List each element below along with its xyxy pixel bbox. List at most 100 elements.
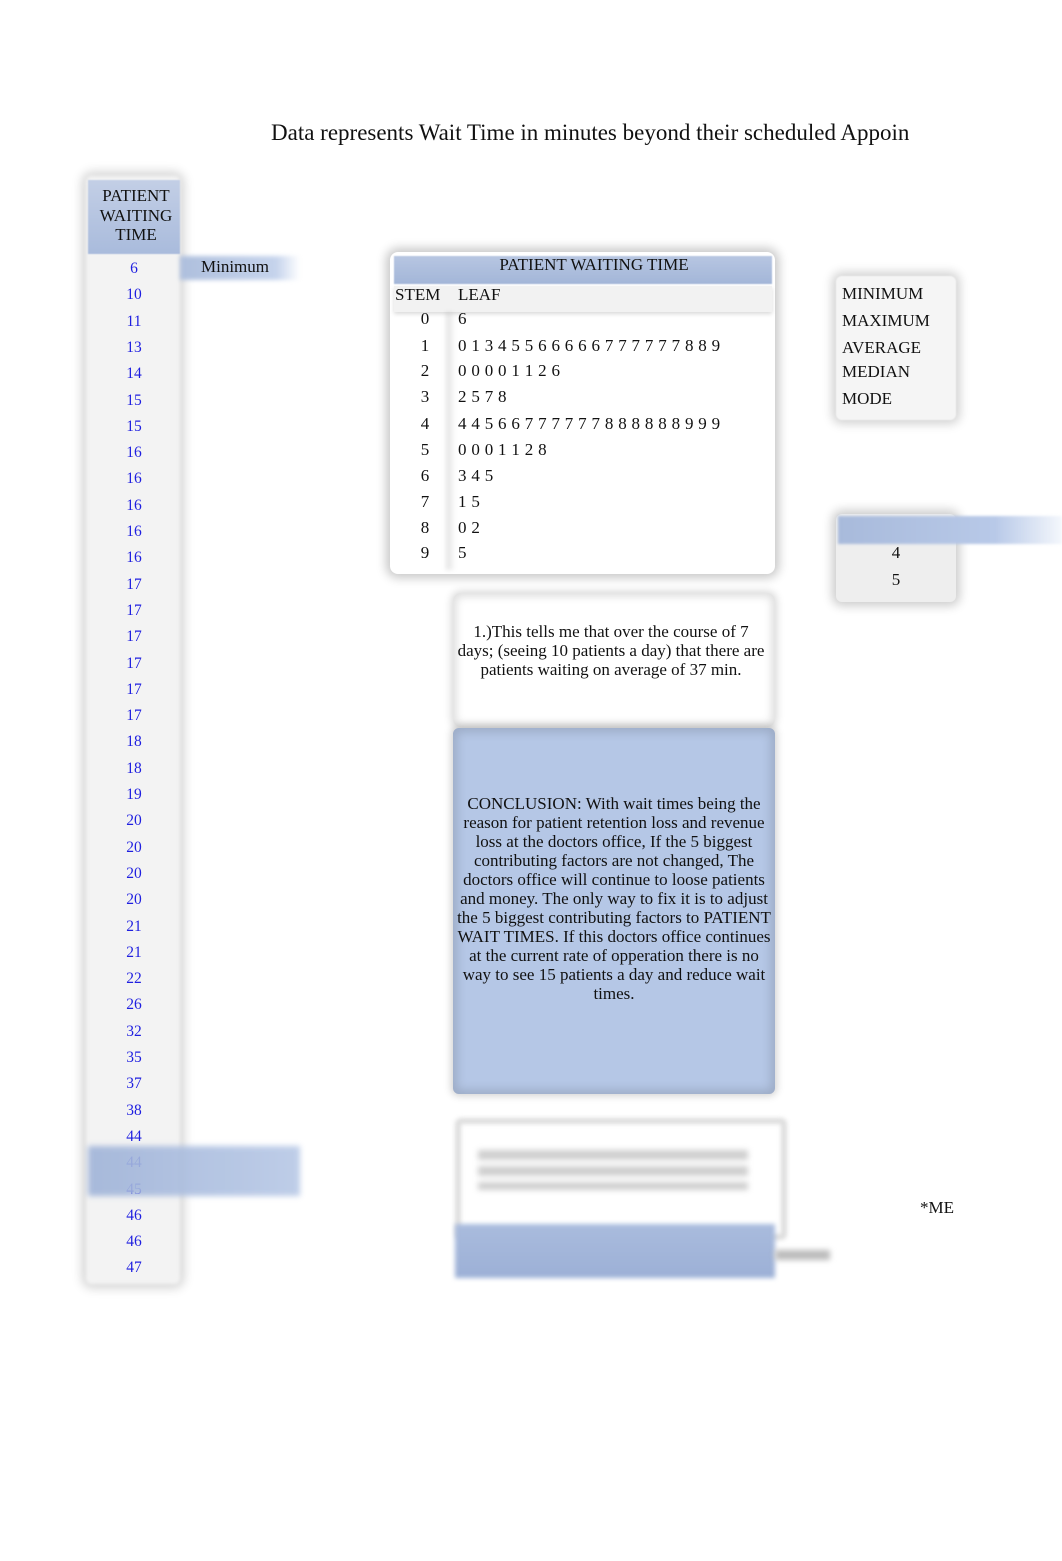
data-cell-value: 17 [126, 628, 142, 646]
data-cell-value: 17 [126, 575, 142, 593]
data-cell-value: 13 [126, 338, 142, 356]
highlighted-cells [88, 1146, 300, 1196]
data-cell[interactable]: 17 [88, 651, 180, 677]
data-cell-value: 21 [126, 917, 142, 935]
data-cell-value: 18 [126, 759, 142, 777]
data-cell[interactable]: 20 [88, 808, 180, 834]
leaf-values: 0 1 3 4 5 5 6 6 6 6 6 7 7 7 7 7 7 8 8 9 [458, 336, 721, 355]
data-cell[interactable]: 18 [88, 729, 180, 755]
data-cell-value: 38 [126, 1101, 142, 1119]
stat-label-maximum[interactable]: MAXIMUM [842, 311, 930, 331]
stem-value: 6 [420, 466, 430, 485]
stem-leaf-row[interactable]: 95 [395, 540, 775, 566]
data-cell[interactable]: 10 [88, 282, 180, 308]
mode-value[interactable]: 4 [836, 543, 956, 563]
data-cell-value: 20 [126, 812, 142, 830]
data-cell[interactable]: 6 [88, 256, 180, 282]
data-cell[interactable]: 14 [88, 361, 180, 387]
leaf-values: 2 5 7 8 [458, 387, 507, 406]
data-cell[interactable]: 17 [88, 624, 180, 650]
blurred-text-lines [478, 1150, 748, 1190]
data-cell[interactable]: 16 [88, 440, 180, 466]
data-cell[interactable]: 16 [88, 545, 180, 571]
data-cell-value: 16 [126, 523, 142, 540]
stat-label-mode[interactable]: MODE [842, 389, 892, 409]
data-cell[interactable]: 16 [88, 493, 180, 519]
data-cell[interactable]: 19 [88, 782, 180, 808]
data-cell-value: 18 [126, 733, 142, 751]
data-cell[interactable]: 18 [88, 756, 180, 782]
data-cell-value: 26 [126, 996, 142, 1014]
data-cell[interactable]: 13 [88, 335, 180, 361]
data-cell[interactable]: 11 [88, 309, 180, 335]
data-cell-value: 11 [126, 312, 142, 330]
data-cell[interactable]: 15 [88, 388, 180, 414]
stem-leaf-row[interactable]: 7 1 5 [395, 489, 775, 515]
data-cell-value: 17 [126, 654, 142, 672]
data-column-header: PATIENT WAITING TIME [99, 186, 173, 244]
data-cell-value: 16 [126, 470, 142, 488]
data-cell[interactable]: 21 [88, 914, 180, 940]
data-cell[interactable]: 35 [88, 1045, 180, 1071]
leaf-values: 6 [458, 309, 467, 328]
data-cell-value: 16 [126, 549, 142, 567]
data-cell[interactable]: 37 [88, 1071, 180, 1097]
stem-header: STEM [395, 285, 441, 304]
stem-value: 7 [420, 492, 430, 511]
stat-label-average[interactable]: AVERAGE [842, 338, 921, 358]
data-cell-value: 35 [126, 1049, 142, 1066]
data-cell[interactable]: 20 [88, 861, 180, 887]
leaf-header: LEAF [458, 285, 501, 304]
stem-value: 4 [420, 414, 430, 433]
data-cell-value: 6 [130, 260, 138, 277]
stat-label-median[interactable]: MEDIAN [842, 362, 910, 382]
stem-value: 9 [420, 543, 430, 562]
stem-leaf-row[interactable]: 3 2 5 7 8 [395, 384, 775, 410]
stem-leaf-row[interactable]: 2 0 0 0 0 1 1 2 6 [395, 358, 775, 384]
side-label-minimum[interactable]: Minimum [201, 257, 269, 277]
data-cell-value: 22 [126, 970, 142, 988]
data-cell-value: 14 [126, 365, 142, 383]
stem-leaf-row[interactable]: 1 0 1 3 4 5 5 6 6 6 6 6 7 7 7 7 7 7 8 8 9 [395, 333, 775, 359]
data-cell[interactable]: 20 [88, 887, 180, 913]
stem-leaf-row[interactable]: 06 [395, 306, 775, 332]
mode-value[interactable]: 5 [836, 570, 956, 590]
data-cell-value: 19 [126, 786, 142, 803]
data-cell[interactable]: 15 [88, 414, 180, 440]
data-cell-value: 16 [126, 496, 142, 514]
data-cell-value: 32 [126, 1022, 142, 1040]
data-cell-value: 16 [126, 444, 142, 462]
data-cell[interactable]: 26 [88, 992, 180, 1018]
data-cell[interactable]: 46 [88, 1229, 180, 1255]
data-cell[interactable]: 47 [88, 1255, 180, 1281]
data-cell[interactable]: 16 [88, 519, 180, 545]
mode-values-header [838, 516, 1062, 544]
stem-leaf-row[interactable]: 5 0 0 0 1 1 2 8 [395, 437, 775, 463]
data-cell[interactable]: 46 [88, 1203, 180, 1229]
data-cell-value: 15 [126, 391, 142, 409]
data-cell[interactable]: 21 [88, 940, 180, 966]
data-cell[interactable]: 17 [88, 677, 180, 703]
stat-label-minimum[interactable]: MINIMUM [842, 284, 923, 304]
data-cell-value: 20 [126, 838, 142, 856]
stem-leaf-row[interactable]: 8 0 2 [395, 515, 775, 541]
leaf-values: 0 0 0 1 1 2 8 [458, 440, 547, 459]
stem-leaf-row[interactable]: 4 4 4 5 6 6 7 7 7 7 7 7 8 8 8 8 8 8 9 9 9 [395, 411, 775, 437]
data-cell-value: 37 [126, 1075, 142, 1093]
leaf-values: 0 2 [458, 518, 481, 537]
data-cell[interactable]: 17 [88, 598, 180, 624]
stem-leaf-title: PATIENT WAITING TIME [499, 255, 689, 274]
data-cell[interactable]: 32 [88, 1019, 180, 1045]
stem-value: 0 [420, 309, 430, 328]
data-cell[interactable]: 22 [88, 966, 180, 992]
leaf-values: 1 5 [458, 492, 481, 511]
data-cell[interactable]: 17 [88, 703, 180, 729]
leaf-values: 3 4 5 [458, 466, 494, 485]
stem-leaf-row[interactable]: 6 3 4 5 [395, 463, 775, 489]
data-cell[interactable]: 16 [88, 466, 180, 492]
data-cell[interactable]: 38 [88, 1098, 180, 1124]
stem-value: 2 [420, 361, 430, 380]
data-cell[interactable]: 17 [88, 572, 180, 598]
data-cell[interactable]: 20 [88, 835, 180, 861]
data-cell-value: 47 [126, 1259, 142, 1277]
